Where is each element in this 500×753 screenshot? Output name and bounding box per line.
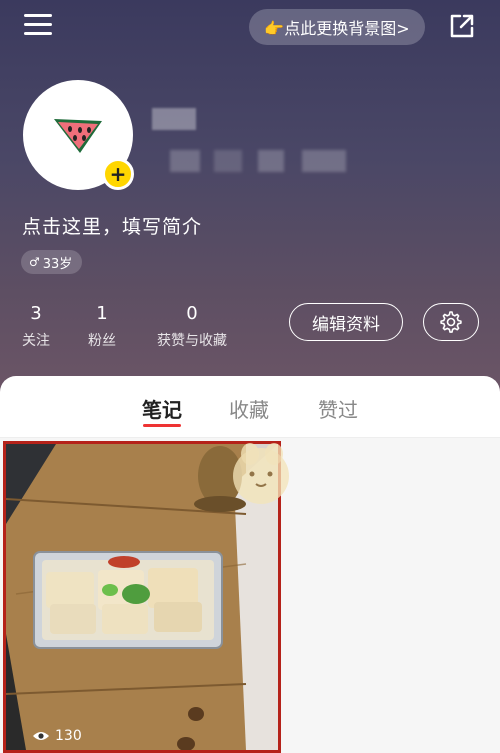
view-count-value: 130 (55, 728, 82, 744)
stat-value: 3 (30, 303, 42, 324)
tab-liked[interactable]: 赞过 (318, 394, 358, 423)
stat-followers[interactable]: 1 粉丝 (86, 303, 118, 350)
change-background-label: 👉点此更换背景图> (264, 19, 410, 38)
stat-following[interactable]: 3 关注 (20, 303, 52, 350)
watermelon-icon (54, 119, 102, 153)
change-background-button[interactable]: 👉点此更换背景图> (249, 9, 425, 45)
tab-notes[interactable]: 笔记 (142, 394, 182, 423)
add-avatar-button[interactable]: + (102, 158, 134, 190)
stat-label: 粉丝 (88, 333, 116, 349)
tab-collections[interactable]: 收藏 (229, 394, 269, 423)
gear-icon (440, 311, 462, 333)
stat-likes-collections[interactable]: 0 获赞与收藏 (150, 303, 234, 350)
user-id-redacted (170, 150, 200, 172)
mascot-watermark (233, 443, 289, 504)
user-id-redacted (302, 150, 346, 172)
stat-label: 获赞与收藏 (157, 333, 227, 349)
active-tab-indicator (143, 424, 181, 427)
eye-icon (33, 732, 49, 740)
male-icon: ♂ (29, 255, 40, 269)
bio-placeholder[interactable]: 点击这里，填写简介 (22, 212, 202, 239)
edit-profile-label: 编辑资料 (312, 314, 380, 335)
age-label: 33岁 (42, 256, 73, 272)
profile-tabs: 笔记 收藏 赞过 (0, 376, 500, 438)
stat-value: 1 (96, 303, 108, 324)
user-id-redacted (214, 150, 242, 172)
user-id-redacted (258, 150, 284, 172)
stat-label: 关注 (22, 333, 50, 349)
menu-icon[interactable] (24, 14, 52, 38)
stat-value: 0 (186, 303, 198, 324)
share-icon[interactable] (448, 12, 476, 40)
profile-header: 👉点此更换背景图> + 点击这里，填写简介 ♂ 33岁 3 关注 1 粉丝 0 … (0, 0, 500, 392)
age-tag: ♂ 33岁 (21, 250, 83, 274)
username-redacted (152, 108, 196, 130)
view-count: 130 (32, 728, 82, 744)
edit-profile-button[interactable]: 编辑资料 (289, 303, 403, 341)
settings-button[interactable] (423, 303, 479, 341)
